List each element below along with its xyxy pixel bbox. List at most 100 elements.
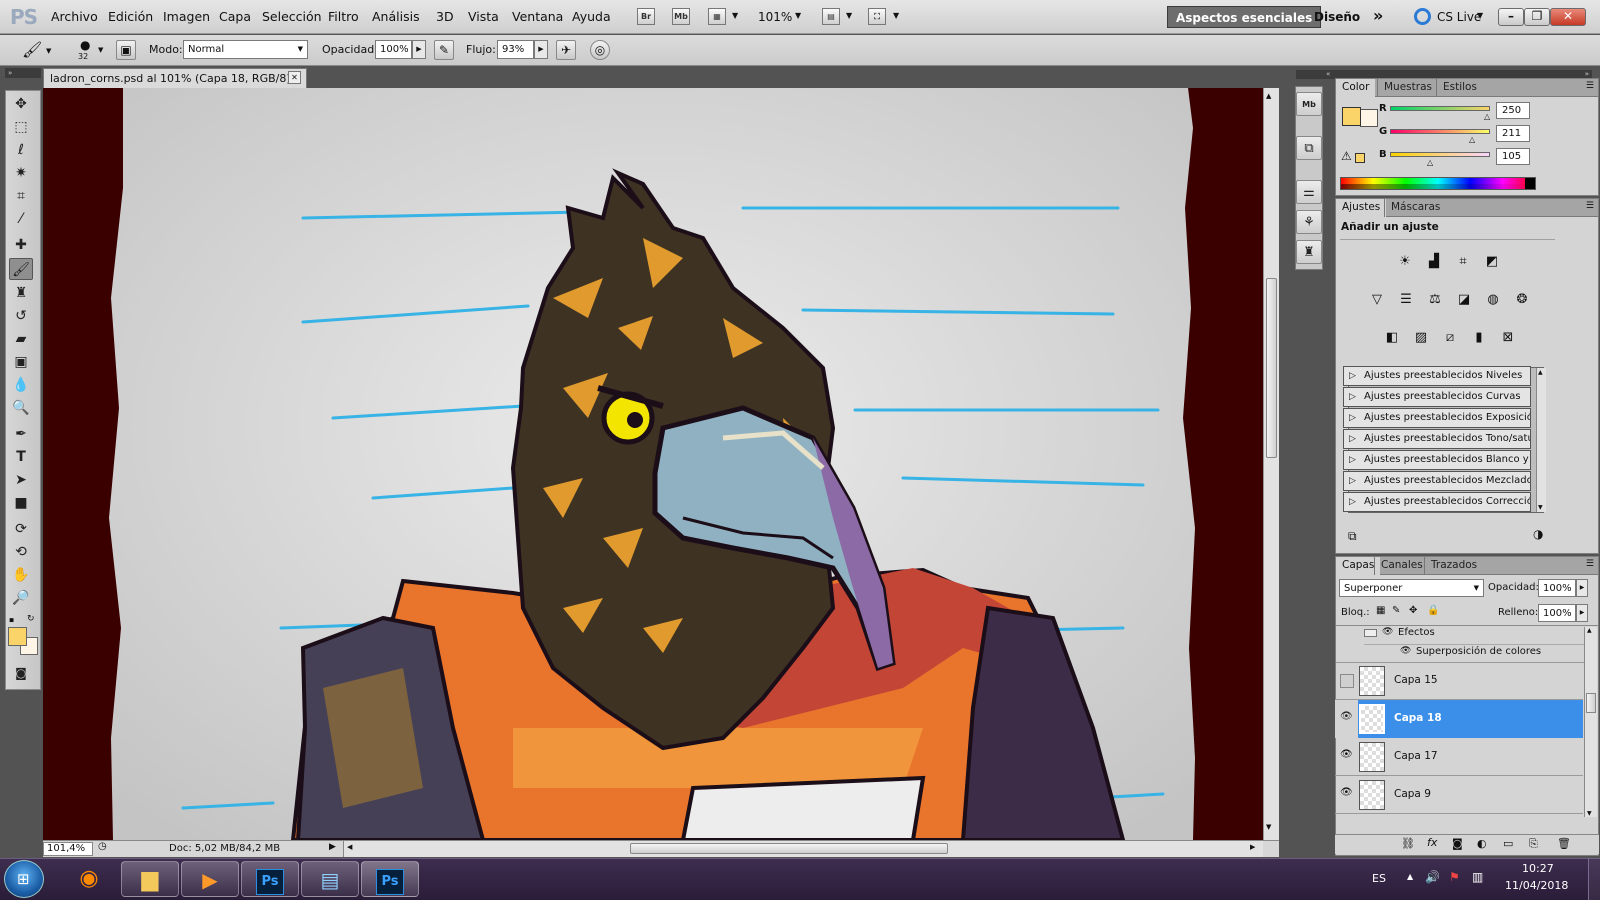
hue-saturation-icon[interactable]: ☰: [1395, 289, 1417, 311]
exposure-icon[interactable]: ◩: [1481, 251, 1503, 273]
layer-opacity-input[interactable]: 100%: [1538, 579, 1576, 597]
presets-scrollbar[interactable]: ▲ ▼: [1536, 368, 1546, 512]
status-info-icon[interactable]: ◷: [98, 841, 107, 852]
crop-tool-icon[interactable]: ⌗: [9, 185, 33, 207]
bridge-button[interactable]: Br: [637, 8, 655, 25]
gamut-color-swatch[interactable]: [1355, 153, 1365, 163]
preset-levels[interactable]: Ajustes preestablecidos Niveles: [1343, 366, 1531, 386]
close-window-button[interactable]: ✕: [1550, 8, 1586, 26]
fill-input[interactable]: 100%: [1538, 604, 1576, 622]
layer-opacity-slider-button[interactable]: ▶: [1576, 579, 1588, 597]
lock-transparent-icon[interactable]: ▦: [1376, 605, 1385, 616]
start-button[interactable]: ⊞: [4, 860, 44, 898]
new-adjustment-icon[interactable]: ◐: [1477, 837, 1487, 850]
vertical-scrollbar[interactable]: ▲ ▼: [1263, 88, 1279, 840]
layer-visibility-toggle[interactable]: [1340, 674, 1354, 688]
taskbar-photoshop-icon[interactable]: Ps: [241, 861, 299, 897]
network-icon[interactable]: ▥: [1472, 870, 1483, 884]
zoom-level-select[interactable]: 101%: [758, 10, 792, 24]
color-balance-icon[interactable]: ⚖: [1424, 289, 1446, 311]
panel-menu-icon[interactable]: ☰: [1586, 559, 1594, 569]
taskbar-photoshop-active-icon[interactable]: Ps: [361, 861, 419, 897]
marquee-tool-icon[interactable]: ⬚: [9, 116, 33, 138]
blur-tool-icon[interactable]: 💧: [9, 374, 33, 396]
color-spectrum-bar[interactable]: [1340, 177, 1536, 190]
color-foreground-swatch[interactable]: [1342, 107, 1361, 126]
vertical-scroll-thumb[interactable]: [1266, 278, 1277, 458]
artwork-canvas[interactable]: [43, 88, 1263, 840]
lock-position-icon[interactable]: ✥: [1409, 605, 1417, 616]
blend-mode-select[interactable]: Superponer ▼: [1339, 579, 1484, 597]
lock-all-icon[interactable]: 🔒: [1427, 605, 1439, 616]
eye-icon[interactable]: 👁: [1340, 749, 1353, 760]
chevron-down-icon[interactable]: ▼: [893, 11, 899, 20]
menu-vista[interactable]: Vista: [468, 9, 499, 24]
tab-masks[interactable]: Máscaras: [1384, 199, 1446, 217]
panel-menu-icon[interactable]: ☰: [1586, 201, 1594, 211]
workspace-design-button[interactable]: Diseño: [1306, 6, 1368, 28]
history-panel-icon[interactable]: ⧉: [1296, 136, 1322, 160]
layers-scrollbar[interactable]: ▲ ▼: [1584, 627, 1597, 817]
status-menu-arrow-icon[interactable]: ▶: [329, 842, 336, 852]
taskbar-firefox-icon[interactable]: ◉: [60, 861, 118, 897]
scroll-down-icon[interactable]: ▼: [1266, 823, 1271, 831]
chevron-down-icon[interactable]: ▼: [1477, 11, 1483, 20]
move-tool-icon[interactable]: ✥: [9, 93, 33, 115]
close-document-button[interactable]: ✕: [288, 71, 301, 84]
menu-ventana[interactable]: Ventana: [512, 9, 563, 24]
brush-panel-toggle-icon[interactable]: ▣: [116, 40, 136, 60]
vibrance-icon[interactable]: ▽: [1366, 289, 1388, 311]
opacity-slider-button[interactable]: ▶: [412, 40, 426, 59]
flow-slider-button[interactable]: ▶: [534, 40, 548, 59]
eye-icon[interactable]: 👁: [1340, 711, 1353, 722]
swap-colors-icon[interactable]: ↻: [27, 614, 35, 624]
3d-orbit-tool-icon[interactable]: ⟲: [9, 541, 33, 563]
channel-mixer-icon[interactable]: ❂: [1511, 289, 1533, 311]
tray-expand-icon[interactable]: ▲: [1407, 872, 1413, 881]
horizontal-scroll-thumb[interactable]: [630, 843, 948, 854]
selective-color-icon[interactable]: ⊠: [1497, 327, 1519, 349]
eye-icon[interactable]: 👁: [1340, 787, 1353, 798]
menu-3d[interactable]: 3D: [436, 9, 454, 24]
threshold-icon[interactable]: ⧄: [1439, 327, 1461, 349]
menu-filtro[interactable]: Filtro: [328, 9, 359, 24]
action-center-icon[interactable]: ⚑: [1449, 870, 1460, 884]
view-extras-icon[interactable]: ▦: [708, 8, 726, 25]
shape-tool-icon[interactable]: ■: [9, 492, 33, 514]
chevron-down-icon[interactable]: ▼: [98, 46, 103, 54]
layer-row-capa-15[interactable]: Capa 15: [1335, 662, 1583, 700]
flow-input[interactable]: 93%: [497, 40, 534, 59]
posterize-icon[interactable]: ▨: [1410, 327, 1432, 349]
minimize-button[interactable]: –: [1498, 8, 1524, 26]
chevron-down-icon[interactable]: ▼: [846, 11, 852, 20]
panel-menu-icon[interactable]: ☰: [1586, 81, 1594, 91]
clone-source-panel-icon[interactable]: ♜: [1296, 240, 1322, 264]
invert-icon[interactable]: ◧: [1381, 327, 1403, 349]
new-group-icon[interactable]: ▭: [1503, 837, 1513, 850]
preset-curves[interactable]: Ajustes preestablecidos Curvas: [1343, 387, 1531, 407]
channel-g-input[interactable]: 211: [1496, 125, 1530, 142]
brush-presets-panel-icon[interactable]: ⚌: [1296, 180, 1322, 204]
return-to-list-icon[interactable]: ⧉: [1348, 529, 1357, 544]
menu-capa[interactable]: Capa: [219, 9, 251, 24]
clock-time[interactable]: 10:27: [1522, 862, 1554, 875]
default-colors-icon[interactable]: ◾: [9, 616, 17, 624]
document-tab[interactable]: ladron_corns.psd al 101% (Capa 18, RGB/8…: [43, 68, 307, 88]
gradient-map-icon[interactable]: ▮: [1468, 327, 1490, 349]
preset-hue-saturation[interactable]: Ajustes preestablecidos Tono/satur...: [1343, 429, 1531, 449]
link-layers-icon[interactable]: ⛓: [1401, 837, 1415, 850]
levels-icon[interactable]: ▟: [1423, 251, 1445, 273]
menu-archivo[interactable]: Archivo: [51, 9, 98, 24]
layer-row-capa-17[interactable]: 👁 Capa 17: [1335, 738, 1583, 776]
type-tool-icon[interactable]: T: [9, 446, 33, 468]
eye-icon[interactable]: 👁: [1400, 646, 1411, 656]
gradient-tool-icon[interactable]: ▣: [9, 351, 33, 373]
chevron-down-icon[interactable]: ▼: [46, 47, 51, 55]
foreground-color-swatch[interactable]: [8, 627, 27, 646]
eraser-tool-icon[interactable]: ▰: [9, 328, 33, 350]
menu-ayuda[interactable]: Ayuda: [572, 9, 611, 24]
magic-wand-tool-icon[interactable]: ✷: [9, 162, 33, 184]
channel-g-knob[interactable]: △: [1469, 135, 1475, 144]
quick-mask-icon[interactable]: ◙: [9, 662, 33, 684]
healing-brush-tool-icon[interactable]: ✚: [9, 234, 33, 256]
